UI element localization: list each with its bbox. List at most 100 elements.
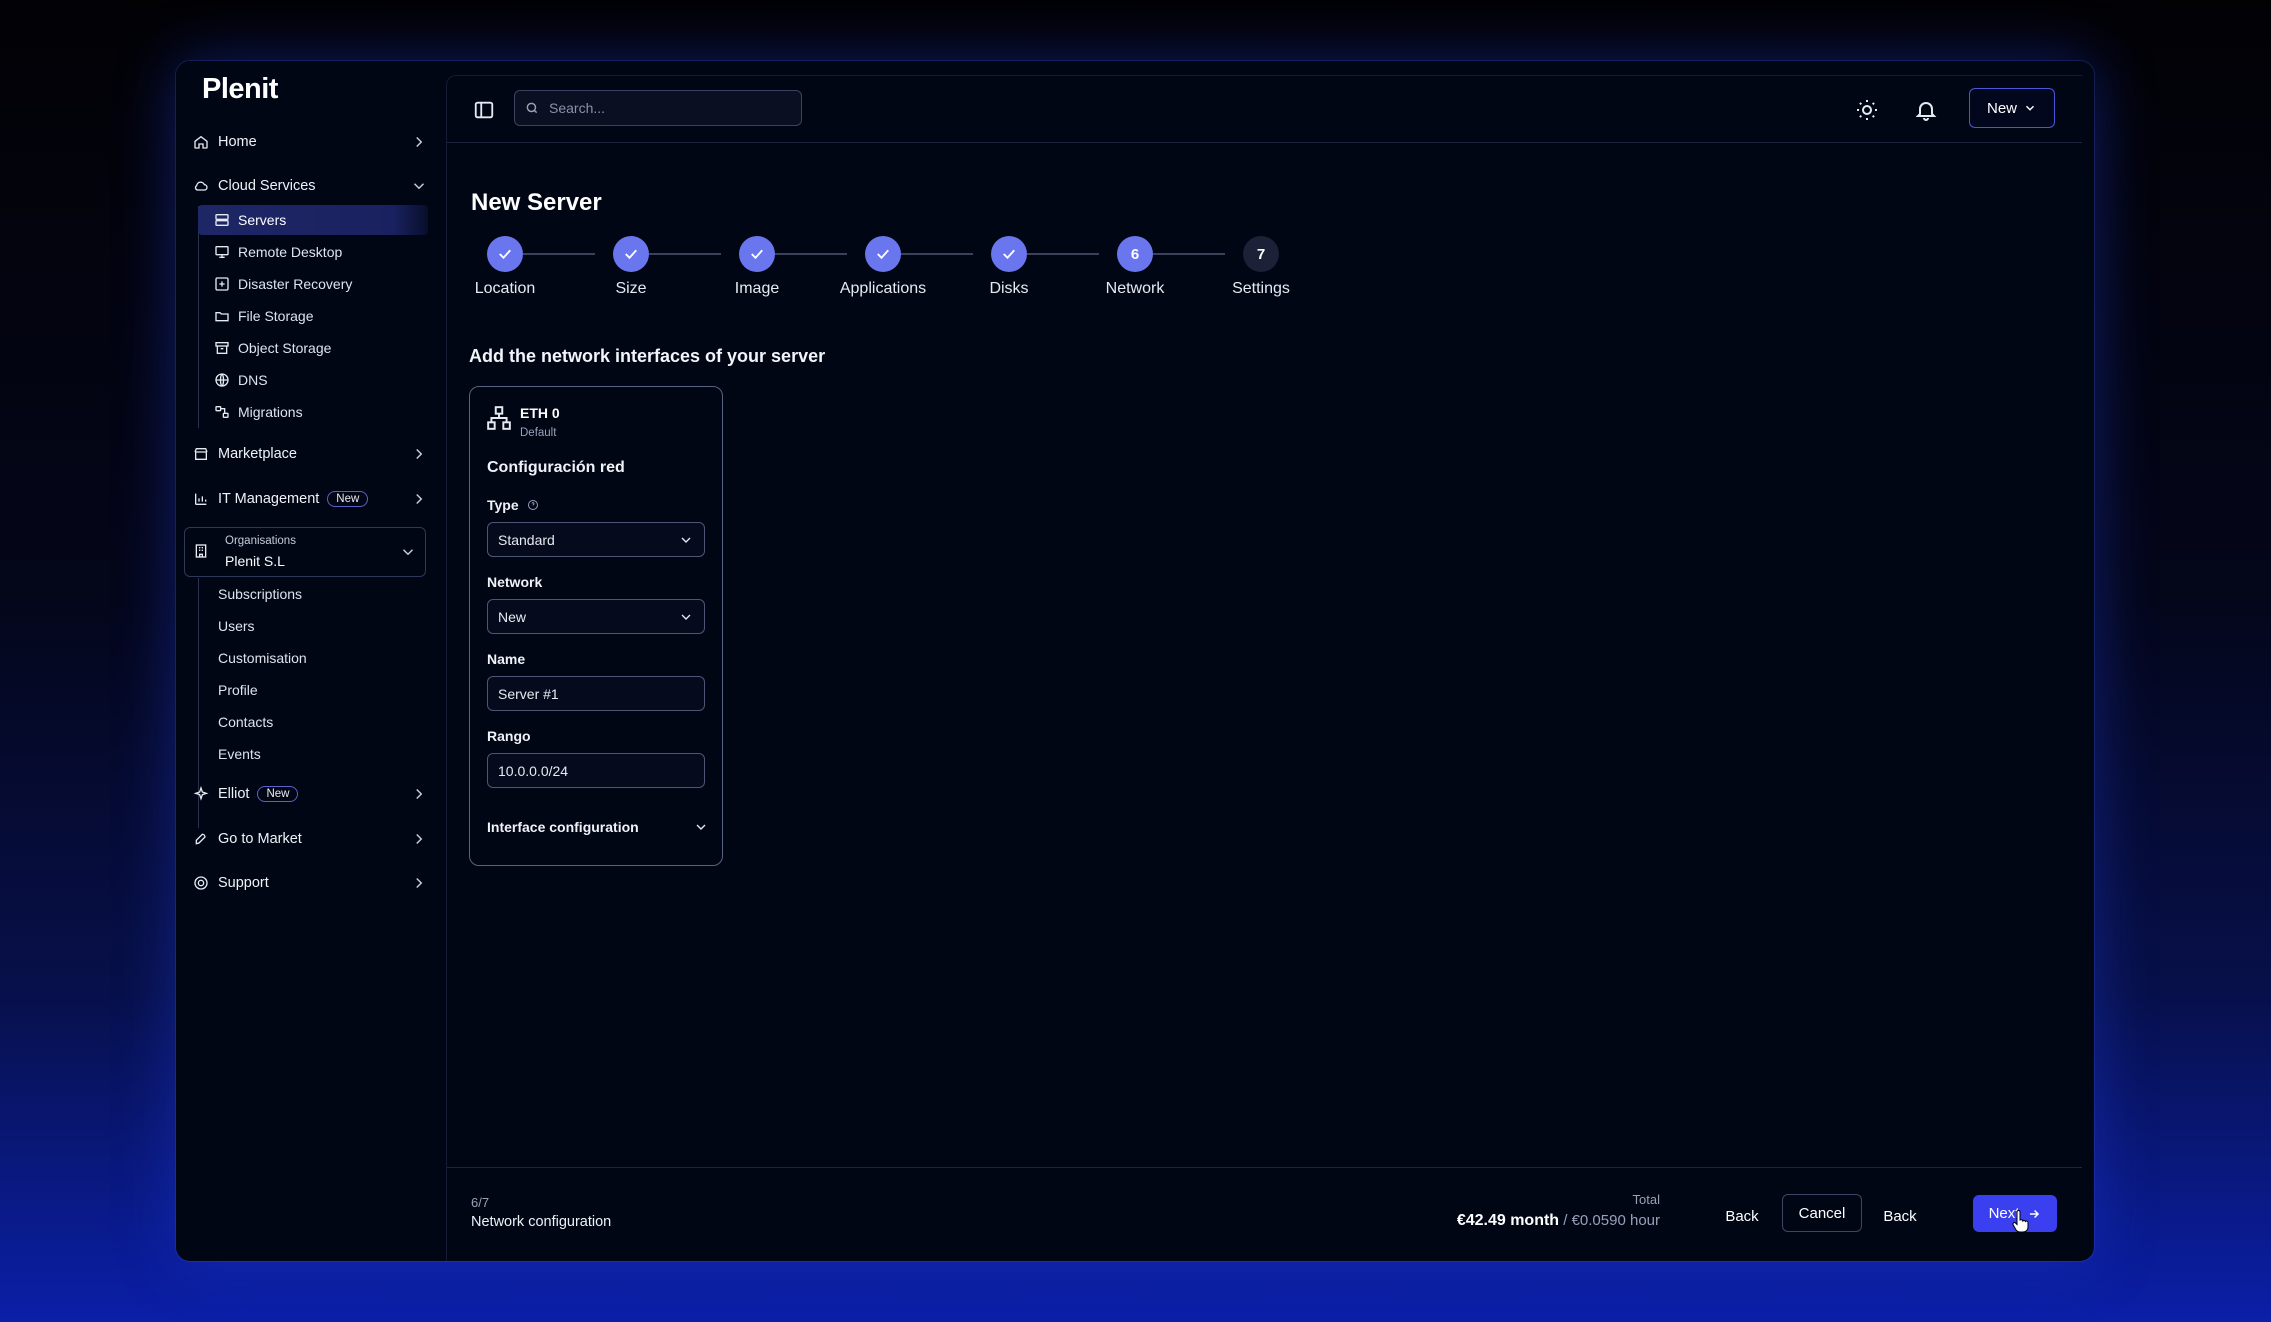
sidebar-item-subscriptions[interactable]: Subscriptions xyxy=(218,579,302,609)
back-button[interactable]: Back xyxy=(1712,1198,1772,1234)
nav-marketplace[interactable]: Marketplace xyxy=(192,436,432,472)
sidebar-item-profile[interactable]: Profile xyxy=(218,675,258,705)
sidebar-item-disaster-recovery[interactable]: Disaster Recovery xyxy=(198,269,428,299)
help-icon[interactable] xyxy=(527,499,539,511)
store-icon xyxy=(192,445,210,463)
price-hour: / €0.0590 hour xyxy=(1563,1212,1660,1229)
chevron-right-icon xyxy=(416,448,423,460)
nav-home[interactable]: Home xyxy=(192,124,432,160)
nav-it-management[interactable]: IT Management New xyxy=(192,481,432,517)
migrations-icon xyxy=(214,404,230,420)
bell-icon[interactable] xyxy=(1914,98,1938,122)
nav-elliot[interactable]: Elliot New xyxy=(192,776,432,812)
nav-home-label: Home xyxy=(218,134,257,150)
chevron-down-icon xyxy=(402,549,414,556)
support-icon xyxy=(192,874,210,892)
network-label: Network xyxy=(487,574,543,590)
wizard-footer: 6/7 Network configuration Total €42.49 m… xyxy=(447,1167,2082,1261)
type-select[interactable]: Standard xyxy=(487,522,705,557)
search-icon xyxy=(526,102,538,114)
sidebar-item-file-storage[interactable]: File Storage xyxy=(198,301,428,331)
interface-subtitle: Default xyxy=(520,427,557,439)
nav-elliot-label: Elliot xyxy=(218,786,250,802)
step-label: Network xyxy=(1105,280,1165,297)
total-price: €42.49 month / €0.0590 hour xyxy=(1327,1212,1660,1230)
search-input[interactable] xyxy=(547,99,791,117)
sidebar-item-contacts[interactable]: Contacts xyxy=(218,707,273,737)
interface-title: ETH 0 xyxy=(520,405,560,421)
step-size[interactable]: Size xyxy=(566,236,696,298)
step-disks[interactable]: Disks xyxy=(944,236,1074,298)
theme-toggle-sun-icon[interactable] xyxy=(1855,98,1879,122)
chevron-down-icon xyxy=(696,824,706,830)
interface-configuration-toggle[interactable]: Interface configuration xyxy=(487,819,709,835)
step-label: Disks xyxy=(989,280,1029,297)
nav-marketplace-label: Marketplace xyxy=(218,446,297,462)
sidebar-item-label: DNS xyxy=(238,372,268,388)
folder-icon xyxy=(214,308,230,324)
new-button[interactable]: New xyxy=(1969,88,2055,128)
nav-support[interactable]: Support xyxy=(192,865,432,901)
organisation-selector[interactable]: Organisations Plenit S.L xyxy=(184,527,426,577)
step-number: 6 xyxy=(1117,236,1153,272)
chevron-right-icon xyxy=(416,136,423,148)
sidebar-item-customisation[interactable]: Customisation xyxy=(218,643,307,673)
logo: Plenit xyxy=(202,73,278,105)
nav-go-to-market[interactable]: Go to Market xyxy=(192,821,432,857)
sparkles-icon xyxy=(192,785,210,803)
chevron-right-icon xyxy=(416,877,423,889)
name-input[interactable]: Server #1 xyxy=(487,676,705,711)
check-icon xyxy=(613,236,649,272)
total-label: Total xyxy=(1632,1192,1660,1207)
interface-configuration-label: Interface configuration xyxy=(487,819,639,835)
org-label: Organisations xyxy=(225,535,296,547)
step-label: Applications xyxy=(839,280,927,297)
step-label: Image xyxy=(734,280,780,297)
check-icon xyxy=(991,236,1027,272)
nav-support-label: Support xyxy=(218,875,269,891)
search-box[interactable] xyxy=(514,90,802,126)
range-input[interactable]: 10.0.0.0/24 xyxy=(487,753,705,788)
step-label: Size xyxy=(615,280,647,297)
type-label-text: Type xyxy=(487,497,519,513)
step-image[interactable]: Image xyxy=(692,236,822,298)
price-month: €42.49 month xyxy=(1456,1212,1560,1229)
topbar: New xyxy=(447,76,2082,143)
monitor-icon xyxy=(214,244,230,260)
sidebar-toggle-icon[interactable] xyxy=(473,99,495,121)
chevron-down-icon xyxy=(681,614,691,620)
new-badge: New xyxy=(257,786,299,802)
back-button-secondary[interactable]: Back xyxy=(1872,1198,1928,1234)
cancel-button[interactable]: Cancel xyxy=(1782,1194,1862,1232)
sidebar-item-label: Object Storage xyxy=(238,340,332,356)
section-title: Add the network interfaces of your serve… xyxy=(469,346,826,366)
sidebar-item-migrations[interactable]: Migrations xyxy=(198,397,428,427)
sidebar-item-label: Disaster Recovery xyxy=(238,276,353,292)
nav-it-management-label: IT Management xyxy=(218,491,320,507)
sidebar-item-dns[interactable]: DNS xyxy=(198,365,428,395)
sidebar-item-servers[interactable]: Servers xyxy=(198,205,428,235)
home-icon xyxy=(192,133,210,151)
step-settings[interactable]: 7 Settings xyxy=(1196,236,1326,298)
network-select[interactable]: New xyxy=(487,599,705,634)
recovery-icon xyxy=(214,276,230,292)
nav-cloud-services[interactable]: Cloud Services xyxy=(192,168,432,204)
step-location[interactable]: Location xyxy=(440,236,570,298)
step-network[interactable]: 6 Network xyxy=(1070,236,1200,298)
sidebar-item-remote-desktop[interactable]: Remote Desktop xyxy=(198,237,428,267)
step-counter: 6/7 xyxy=(471,1195,490,1210)
sidebar-item-object-storage[interactable]: Object Storage xyxy=(198,333,428,363)
hand-cursor-icon xyxy=(2012,1210,2029,1233)
new-button-label: New xyxy=(1986,99,2017,117)
step-label: Location xyxy=(474,280,536,297)
step-applications[interactable]: Applications xyxy=(818,236,948,298)
sidebar-item-label: Servers xyxy=(238,212,287,228)
range-label: Rango xyxy=(487,728,531,744)
network-icon xyxy=(487,406,511,430)
sidebar-item-users[interactable]: Users xyxy=(218,611,255,641)
chevron-down-icon xyxy=(413,183,425,190)
building-icon xyxy=(193,543,209,564)
cloud-icon xyxy=(192,177,210,195)
new-badge: New xyxy=(327,491,369,507)
sidebar-item-events[interactable]: Events xyxy=(218,739,261,769)
